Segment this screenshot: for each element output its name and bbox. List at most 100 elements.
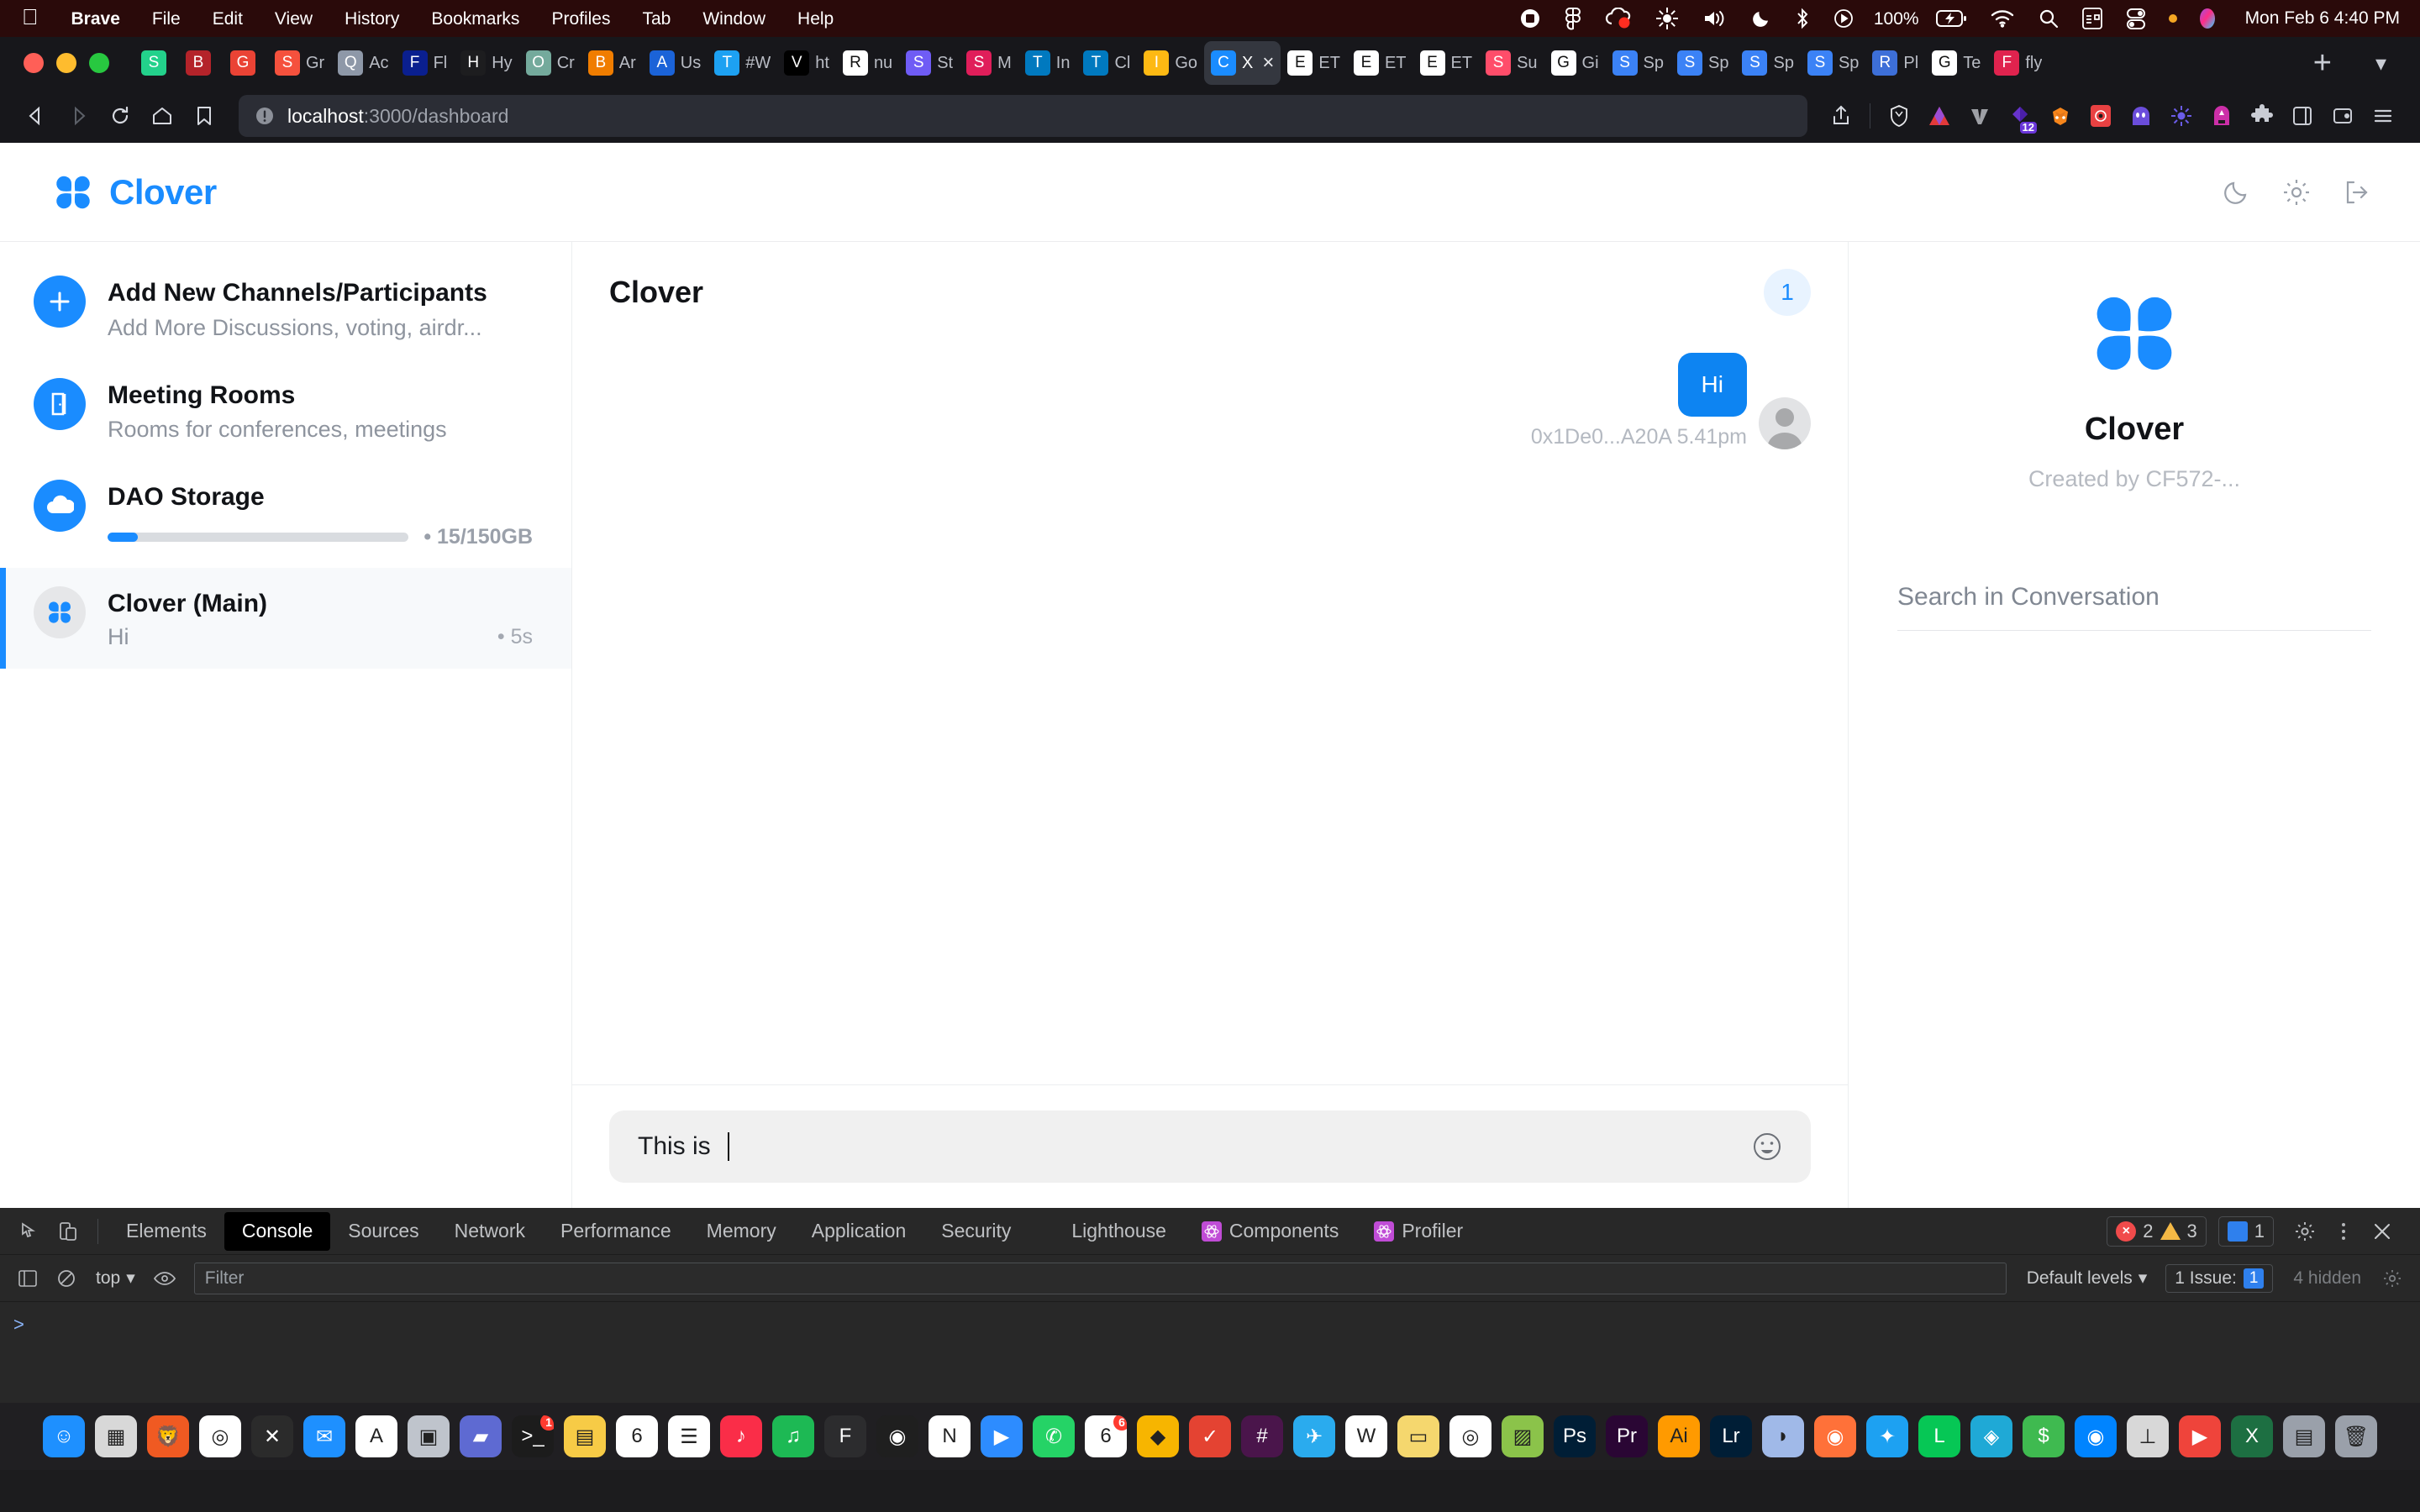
browser-tab[interactable]: G Gi bbox=[1544, 41, 1606, 85]
browser-tab[interactable]: E ET bbox=[1347, 41, 1413, 85]
sidebar-item-add-new-channels[interactable]: Add New Channels/Participants Add More D… bbox=[0, 257, 571, 360]
browser-tab[interactable]: S St bbox=[899, 41, 960, 85]
inspect-element-icon[interactable] bbox=[10, 1212, 49, 1251]
share-icon[interactable] bbox=[1821, 95, 1861, 137]
issues-badge[interactable]: 1 Issue: 1 bbox=[2165, 1263, 2274, 1293]
close-button[interactable] bbox=[24, 53, 44, 73]
reload-icon[interactable] bbox=[99, 95, 141, 137]
arc-icon[interactable]: ◗ bbox=[1762, 1415, 1804, 1457]
browser-tab[interactable]: S Sp bbox=[1801, 41, 1865, 85]
browser-tab[interactable]: S Sp bbox=[1735, 41, 1800, 85]
phantom-ghost-icon[interactable] bbox=[2121, 95, 2161, 137]
metamask-fox-icon[interactable] bbox=[2040, 95, 2081, 137]
moon-icon[interactable] bbox=[2222, 178, 2250, 207]
siri-icon[interactable] bbox=[2185, 8, 2230, 29]
brightness-star-icon[interactable] bbox=[2161, 95, 2202, 137]
bookmark-icon[interactable] bbox=[183, 95, 225, 137]
tab-elements[interactable]: Elements bbox=[108, 1212, 224, 1251]
numbers-icon[interactable]: ⊥ bbox=[2127, 1415, 2169, 1457]
forward-arrow-icon[interactable] bbox=[57, 95, 99, 137]
browser-tab[interactable]: Q Ac bbox=[331, 41, 395, 85]
browser-tab[interactable]: F Fl bbox=[396, 41, 455, 85]
browser-tab[interactable]: H Hy bbox=[454, 41, 518, 85]
telegram-icon[interactable]: ✈ bbox=[1293, 1415, 1335, 1457]
money-icon[interactable]: $ bbox=[2023, 1415, 2065, 1457]
cloud-record-icon[interactable] bbox=[1593, 8, 1644, 29]
console-context-selector[interactable]: top ▾ bbox=[86, 1268, 145, 1289]
minimize-button[interactable] bbox=[56, 53, 76, 73]
console-filter-input[interactable]: Filter bbox=[193, 1262, 2007, 1294]
tab-console[interactable]: Console bbox=[224, 1211, 331, 1251]
battery-charging-icon[interactable] bbox=[1924, 10, 1978, 27]
bluetooth-icon[interactable] bbox=[1783, 8, 1822, 29]
menu-view[interactable]: View bbox=[259, 10, 329, 28]
menu-history[interactable]: History bbox=[329, 10, 415, 28]
sketch-icon[interactable]: ◆ bbox=[1137, 1415, 1179, 1457]
browser-tab[interactable]: S Sp bbox=[1670, 41, 1735, 85]
notion-icon[interactable]: N bbox=[929, 1415, 971, 1457]
live-expression-icon[interactable] bbox=[145, 1259, 184, 1298]
browser-tab[interactable]: SM bbox=[960, 41, 1018, 85]
puzzle-extensions-icon[interactable] bbox=[2242, 95, 2282, 137]
linear-icon[interactable]: ▰ bbox=[460, 1415, 502, 1457]
browser-tab[interactable]: A Us bbox=[643, 41, 708, 85]
close-devtools-icon[interactable] bbox=[2363, 1212, 2402, 1251]
device-toolbar-icon[interactable] bbox=[49, 1212, 87, 1251]
tab-memory[interactable]: Memory bbox=[689, 1212, 794, 1251]
reminders-icon[interactable]: ☰ bbox=[668, 1415, 710, 1457]
tab-performance[interactable]: Performance bbox=[543, 1212, 689, 1251]
browser-tab[interactable]: S Sp bbox=[1606, 41, 1670, 85]
gear-icon[interactable] bbox=[2282, 178, 2311, 207]
browser-tab[interactable]: S Gr bbox=[268, 41, 331, 85]
photoshop-icon[interactable]: Ps bbox=[1554, 1415, 1596, 1457]
new-tab-button[interactable]: + bbox=[2291, 47, 2354, 79]
browser-tab[interactable]: G bbox=[224, 41, 268, 85]
browser-tab[interactable]: Rnu bbox=[836, 41, 899, 85]
browser-tab[interactable]: E ET bbox=[1413, 41, 1480, 85]
control-center-icon[interactable] bbox=[2070, 8, 2114, 29]
excel-icon[interactable]: X bbox=[2231, 1415, 2273, 1457]
messenger-icon[interactable]: ◉ bbox=[2075, 1415, 2117, 1457]
menu-bookmarks[interactable]: Bookmarks bbox=[415, 10, 535, 28]
brave-icon[interactable]: 🦁 bbox=[147, 1415, 189, 1457]
settings-gear-icon[interactable] bbox=[2286, 1212, 2324, 1251]
safari-icon[interactable]: ◎ bbox=[1449, 1415, 1491, 1457]
tab-lighthouse[interactable]: Lighthouse bbox=[1054, 1212, 1184, 1251]
sidebar-item-dao-storage[interactable]: DAO Storage • 15/150GB bbox=[0, 461, 571, 568]
obs-icon[interactable]: ◉ bbox=[876, 1415, 918, 1457]
trash-icon[interactable]: 🗑 bbox=[2335, 1415, 2377, 1457]
home-icon[interactable] bbox=[141, 95, 183, 137]
sidebar-icon[interactable] bbox=[2282, 95, 2323, 137]
browser-tab[interactable]: S bbox=[134, 41, 179, 85]
message-composer[interactable]: This is bbox=[609, 1110, 1811, 1183]
vee-icon[interactable] bbox=[1960, 95, 2000, 137]
superhuman-icon[interactable]: A bbox=[355, 1415, 397, 1457]
menu-profiles[interactable]: Profiles bbox=[535, 10, 626, 28]
menu-help[interactable]: Help bbox=[781, 10, 850, 28]
url-text[interactable]: localhost:3000/dashboard bbox=[287, 105, 508, 128]
wifi-icon[interactable] bbox=[1978, 9, 2027, 28]
zoom-button[interactable] bbox=[89, 53, 109, 73]
spotlight-search-icon[interactable] bbox=[2027, 8, 2070, 29]
music-icon[interactable]: ♪ bbox=[720, 1415, 762, 1457]
screen-record-icon[interactable] bbox=[1507, 8, 1553, 29]
clear-console-icon[interactable] bbox=[47, 1259, 86, 1298]
console-levels-selector[interactable]: Default levels ▾ bbox=[2017, 1268, 2158, 1289]
browser-tab[interactable]: B Ar bbox=[581, 41, 643, 85]
message-input[interactable]: This is bbox=[638, 1132, 711, 1161]
finder-icon[interactable]: ☺ bbox=[43, 1415, 85, 1457]
browser-tab[interactable]: E ET bbox=[1281, 41, 1347, 85]
search-in-conversation[interactable]: Search in Conversation bbox=[1897, 583, 2371, 631]
firefox-icon[interactable]: ◉ bbox=[1814, 1415, 1856, 1457]
sidebar-item-meeting-rooms[interactable]: Meeting Rooms Rooms for conferences, mee… bbox=[0, 360, 571, 462]
browser-tab[interactable]: Vht bbox=[777, 41, 836, 85]
figma-icon[interactable]: F bbox=[824, 1415, 866, 1457]
info-badge[interactable]: 1 bbox=[2217, 1215, 2274, 1247]
brightness-icon[interactable] bbox=[1644, 7, 1691, 30]
moon-icon[interactable] bbox=[1739, 8, 1783, 29]
menu-edit[interactable]: Edit bbox=[197, 10, 259, 28]
preview-icon[interactable]: ▣ bbox=[408, 1415, 450, 1457]
hamburger-menu-icon[interactable] bbox=[2363, 95, 2403, 137]
more-options-icon[interactable] bbox=[2324, 1212, 2363, 1251]
menu-file[interactable]: File bbox=[136, 10, 197, 28]
